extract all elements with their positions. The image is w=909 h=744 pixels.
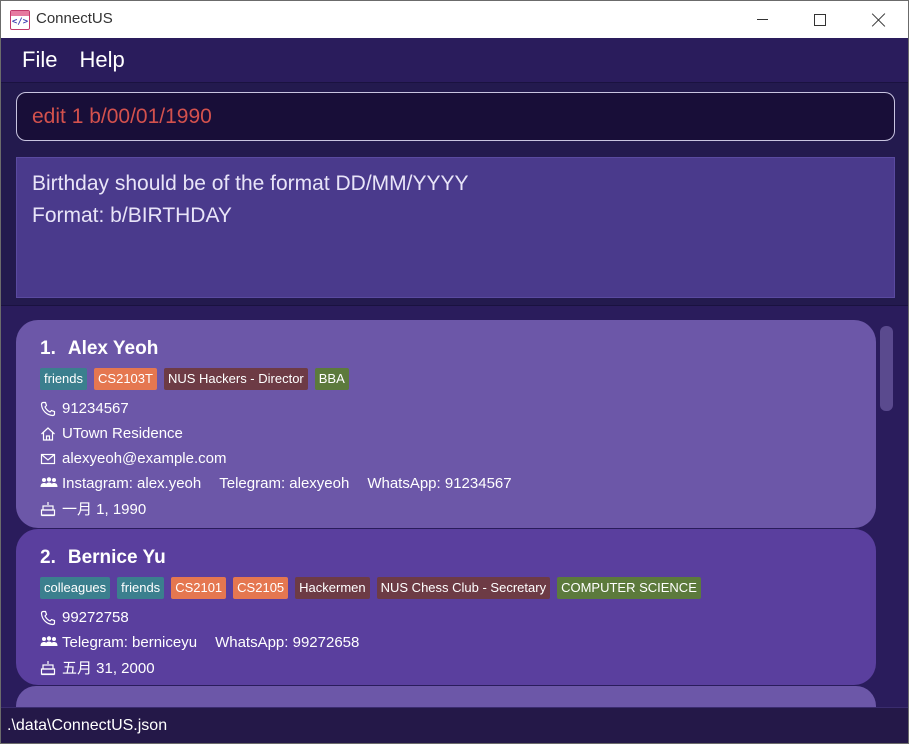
result-line: Format: b/BIRTHDAY [32, 204, 232, 227]
person-card[interactable] [16, 686, 876, 707]
people-icon [40, 635, 62, 650]
close-button[interactable] [850, 1, 908, 38]
tag: CS2103T [94, 368, 157, 390]
minimize-button[interactable] [733, 1, 791, 38]
birthday-field: 五月 31, 2000 [40, 655, 876, 680]
whatsapp-value: WhatsApp: 99272658 [215, 634, 360, 651]
socials-field: Telegram: berniceyu WhatsApp: 99272658 [40, 630, 876, 655]
person-list[interactable]: 1. Alex Yeoh friends CS2103T NUS Hackers … [1, 305, 908, 707]
birthday-value: 五月 31, 2000 [62, 660, 155, 677]
tag: Hackermen [295, 577, 370, 599]
phone-value: 91234567 [62, 400, 129, 417]
phone-icon [40, 401, 62, 417]
list-scrollbar[interactable] [880, 326, 893, 411]
result-line: Birthday should be of the format DD/MM/Y… [32, 172, 469, 195]
tag: NUS Hackers - Director [163, 368, 308, 390]
phone-value: 99272758 [62, 609, 129, 626]
tag: CS2105 [233, 577, 289, 599]
person-name: Alex Yeoh [67, 338, 159, 359]
command-input[interactable] [32, 104, 894, 129]
address-value: UTown Residence [62, 425, 183, 442]
whatsapp-value: WhatsApp: 91234567 [367, 475, 512, 492]
tag: friends [40, 368, 88, 390]
app-window: </> ConnectUS File Help Birthday should … [0, 0, 909, 744]
email-field: alexyeoh@example.com [40, 446, 876, 471]
home-icon [40, 426, 62, 442]
person-name-row: 1. Alex Yeoh [40, 336, 876, 362]
person-card[interactable]: 2. Bernice Yu colleagues friends CS2101 C… [16, 529, 876, 685]
tag: BBA [314, 368, 349, 390]
menu-help[interactable]: Help [68, 38, 135, 82]
menu-bar: File Help [1, 38, 908, 82]
phone-field: 99272758 [40, 605, 876, 630]
tag: NUS Chess Club - Secretary [376, 577, 551, 599]
minimize-icon [756, 19, 768, 20]
tag: CS2101 [171, 577, 227, 599]
birthday-value: 一月 1, 1990 [62, 501, 147, 518]
person-card[interactable]: 1. Alex Yeoh friends CS2103T NUS Hackers … [16, 320, 876, 528]
window-title: ConnectUS [36, 10, 113, 27]
data-file-path: .\data\ConnectUS.json [7, 717, 168, 734]
title-bar[interactable]: </> ConnectUS [1, 1, 908, 38]
mail-icon [40, 451, 62, 467]
menu-file[interactable]: File [11, 38, 68, 82]
result-display[interactable]: Birthday should be of the format DD/MM/Y… [16, 157, 895, 298]
telegram-value: Telegram: berniceyu [62, 634, 198, 651]
person-index: 1. [40, 338, 56, 359]
tag-list: friends CS2103T NUS Hackers - Director B… [40, 368, 876, 392]
socials-field: Instagram: alex.yeoh Telegram: alexyeoh … [40, 471, 876, 496]
person-name-row: 2. Bernice Yu [40, 545, 876, 571]
status-bar: .\data\ConnectUS.json [1, 707, 908, 743]
tag-list: colleagues friends CS2101 CS2105 Hackerm… [40, 577, 876, 601]
email-value: alexyeoh@example.com [62, 450, 227, 467]
people-icon [40, 476, 62, 491]
phone-field: 91234567 [40, 396, 876, 421]
command-box[interactable] [16, 92, 895, 141]
close-icon [872, 13, 886, 27]
maximize-icon [814, 13, 826, 26]
person-index: 2. [40, 547, 56, 568]
maximize-button[interactable] [791, 1, 849, 38]
birthday-field: 一月 1, 1990 [40, 496, 876, 521]
address-field: UTown Residence [40, 421, 876, 446]
cake-icon [40, 501, 62, 517]
app-logo-icon: </> [10, 10, 30, 30]
cake-icon [40, 660, 62, 676]
tag: COMPUTER SCIENCE [557, 577, 701, 599]
telegram-value: Telegram: alexyeoh [219, 475, 350, 492]
command-panel [1, 82, 908, 148]
person-name: Bernice Yu [67, 547, 166, 568]
result-panel: Birthday should be of the format DD/MM/Y… [1, 148, 908, 305]
instagram-value: Instagram: alex.yeoh [62, 475, 202, 492]
tag: colleagues [40, 577, 111, 599]
tag: friends [117, 577, 165, 599]
phone-icon [40, 610, 62, 626]
